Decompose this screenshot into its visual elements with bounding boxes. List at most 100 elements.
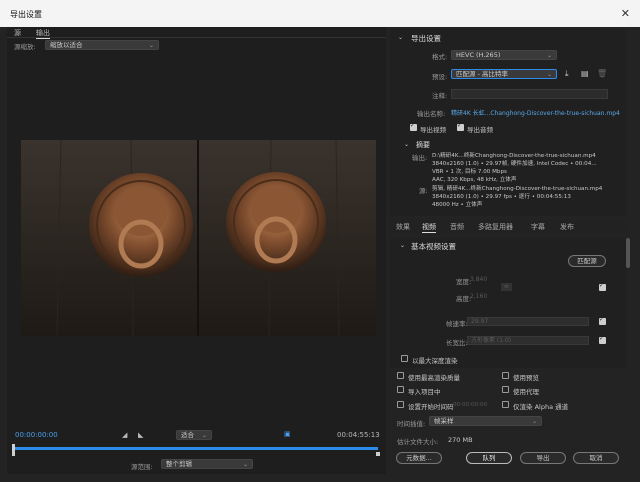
playhead[interactable] xyxy=(12,444,15,456)
export-audio-label: 导出音频 xyxy=(467,126,493,134)
chevron-down-icon: ⌄ xyxy=(242,461,248,468)
preset-value: 匹配源 - 高比特率 xyxy=(456,70,508,78)
delete-preset-icon[interactable]: 🗑 xyxy=(597,69,607,78)
source-scaling-value: 缩放以适合 xyxy=(50,41,83,49)
source-scaling-select[interactable]: 缩放以适合 ⌄ xyxy=(45,40,159,50)
preview-panel: 源 输出 源缩放: 缩放以适合 ⌄ 00:00:00:00 ◢ ◣ 适合 ⌄ ▣… xyxy=(7,27,386,474)
export-video-checkbox[interactable] xyxy=(410,122,417,131)
preset-select[interactable]: 匹配源 - 高比特率 ⌄ xyxy=(451,69,557,79)
tab-effects[interactable]: 效果 xyxy=(396,222,410,232)
export-settings-header: 导出设置 xyxy=(411,34,441,43)
divider xyxy=(7,37,386,38)
max-depth-checkbox[interactable] xyxy=(401,355,408,362)
file-size-value: 270 MB xyxy=(448,436,473,444)
export-button[interactable]: 导出 xyxy=(520,452,566,464)
chevron-down-icon: ⌄ xyxy=(201,432,207,439)
frame-rate-select[interactable]: 29.97 xyxy=(467,317,589,326)
window-title: 导出设置 xyxy=(10,10,42,19)
basic-video-settings-section: ⌄ 基本视频设置 匹配源 宽度: 3,840 高度: 2,160 ∞ 帧速率: … xyxy=(390,238,626,368)
chevron-down-icon[interactable]: ⌄ xyxy=(398,34,403,41)
start-timecode-value: 00:00:00:00 xyxy=(453,402,488,408)
scrollbar-thumb[interactable] xyxy=(626,238,630,268)
format-label: 格式: xyxy=(432,53,448,61)
frame-rate-label: 帧速率: xyxy=(446,320,468,328)
export-settings-dialog: 导出设置 ✕ 源 输出 源缩放: 缩放以适合 ⌄ 00:00:00:00 ◢ ◣… xyxy=(0,0,640,482)
set-start-timecode-checkbox[interactable] xyxy=(397,401,404,408)
width-label: 宽度: xyxy=(456,278,472,286)
summary-output-line: D:\精研4K...终新Changhong-Discover-the-true-… xyxy=(432,153,596,159)
tab-captions[interactable]: 字幕 xyxy=(531,222,545,232)
close-icon[interactable]: ✕ xyxy=(621,7,630,20)
save-preset-icon[interactable]: ⤓ xyxy=(565,69,569,79)
out-point-handle[interactable] xyxy=(376,452,380,456)
summary-output-line: VBR • 1 次, 目标 7.00 Mbps xyxy=(432,169,507,175)
source-scaling-label: 源缩放: xyxy=(14,43,36,51)
time-interp-value: 帧采样 xyxy=(434,417,454,425)
metadata-button[interactable]: 元数据... xyxy=(396,452,442,464)
summary-source-label: 源: xyxy=(419,187,428,195)
source-range-value: 整个剪辑 xyxy=(166,460,192,468)
aspect-select[interactable]: 方形像素 (1.0) xyxy=(467,336,589,345)
import-preset-icon[interactable]: ▤ xyxy=(581,69,589,78)
width-value: 3,840 xyxy=(470,276,488,283)
format-value: HEVC (H.265) xyxy=(456,51,501,59)
duration-timecode: 00:04:55:13 xyxy=(337,431,380,439)
cancel-button[interactable]: 取消 xyxy=(573,452,619,464)
chevron-down-icon: ⌄ xyxy=(546,52,552,59)
import-into-project-label: 导入项目中 xyxy=(408,388,441,396)
summary-source-line: 3840x2160 (1.0) • 29.97 fps • 逐行 • 00:04… xyxy=(432,194,571,200)
aspect-match-checkbox[interactable] xyxy=(599,335,606,344)
basic-video-settings-header: 基本视频设置 xyxy=(411,242,456,251)
export-settings-section: ⌄ 导出设置 格式: HEVC (H.265) ⌄ 预设: 匹配源 - 高比特率… xyxy=(390,30,626,216)
summary-source-line: 48000 Hz • 立体声 xyxy=(432,202,483,208)
chevron-down-icon[interactable]: ⌄ xyxy=(404,141,409,148)
width-height-match-checkbox[interactable] xyxy=(599,282,606,291)
fit-select[interactable]: 适合 ⌄ xyxy=(176,430,212,440)
source-range-label: 源范围: xyxy=(131,463,153,471)
tab-multiplexer[interactable]: 多路复用器 xyxy=(478,222,513,232)
chevron-down-icon[interactable]: ⌄ xyxy=(400,242,405,249)
height-value: 2,160 xyxy=(470,293,488,300)
title-bar: 导出设置 ✕ xyxy=(0,0,640,27)
preset-label: 预设: xyxy=(432,73,448,81)
render-alpha-only-label: 仅渲染 Alpha 通道 xyxy=(513,403,569,411)
link-icon[interactable]: ∞ xyxy=(501,283,512,291)
fit-value: 适合 xyxy=(181,431,194,439)
set-start-timecode-label: 设置开始时间码 xyxy=(408,403,454,411)
timeline-range-bar[interactable] xyxy=(13,447,378,450)
format-select[interactable]: HEVC (H.265) ⌄ xyxy=(451,50,557,60)
current-timecode[interactable]: 00:00:00:00 xyxy=(15,431,58,439)
frame-rate-match-checkbox[interactable] xyxy=(599,316,606,325)
render-alpha-only-checkbox[interactable] xyxy=(502,401,509,408)
use-previews-checkbox[interactable] xyxy=(502,372,509,379)
comment-label: 注释: xyxy=(432,92,448,100)
mark-out-icon[interactable]: ◣ xyxy=(138,431,143,439)
settings-tabs: 效果 视频 音频 多路复用器 字幕 发布 xyxy=(390,220,626,233)
aspect-label: 长宽比: xyxy=(446,339,468,347)
file-size-label: 估计文件大小: xyxy=(397,438,439,446)
aspect-toggle-icon[interactable]: ▣ xyxy=(284,430,291,438)
time-interp-select[interactable]: 帧采样 ⌄ xyxy=(429,416,542,426)
export-audio-checkbox[interactable] xyxy=(457,122,464,131)
summary-output-line: 3840x2160 (1.0) • 29.97帧, 硬件加速, Intel Co… xyxy=(432,161,597,167)
export-video-label: 导出视频 xyxy=(420,126,446,134)
video-preview-image xyxy=(21,140,376,336)
summary-output-line: AAC, 320 Kbps, 48 kHz, 立体声 xyxy=(432,177,517,183)
settings-panel: ⌄ 导出设置 格式: HEVC (H.265) ⌄ 预设: 匹配源 - 高比特率… xyxy=(386,27,634,472)
max-render-quality-checkbox[interactable] xyxy=(397,372,404,379)
chevron-down-icon: ⌄ xyxy=(531,418,537,425)
mark-in-icon[interactable]: ◢ xyxy=(122,431,127,439)
tab-audio[interactable]: 音频 xyxy=(450,222,464,232)
use-proxies-checkbox[interactable] xyxy=(502,386,509,393)
tab-publish[interactable]: 发布 xyxy=(560,222,574,232)
match-source-button[interactable]: 匹配源 xyxy=(568,255,606,267)
source-range-select[interactable]: 整个剪辑 ⌄ xyxy=(161,459,253,469)
max-depth-label: 以最大深度渲染 xyxy=(412,357,458,365)
tab-video[interactable]: 视频 xyxy=(422,222,436,233)
chevron-down-icon: ⌄ xyxy=(546,71,552,78)
output-name-link[interactable]: 精研4K 长虹...Changhong-Discover-the-true-si… xyxy=(451,108,620,117)
max-render-quality-label: 使用最高渲染质量 xyxy=(408,374,460,382)
comment-input[interactable] xyxy=(451,89,608,99)
import-into-project-checkbox[interactable] xyxy=(397,386,404,393)
queue-button[interactable]: 队列 xyxy=(466,452,512,464)
